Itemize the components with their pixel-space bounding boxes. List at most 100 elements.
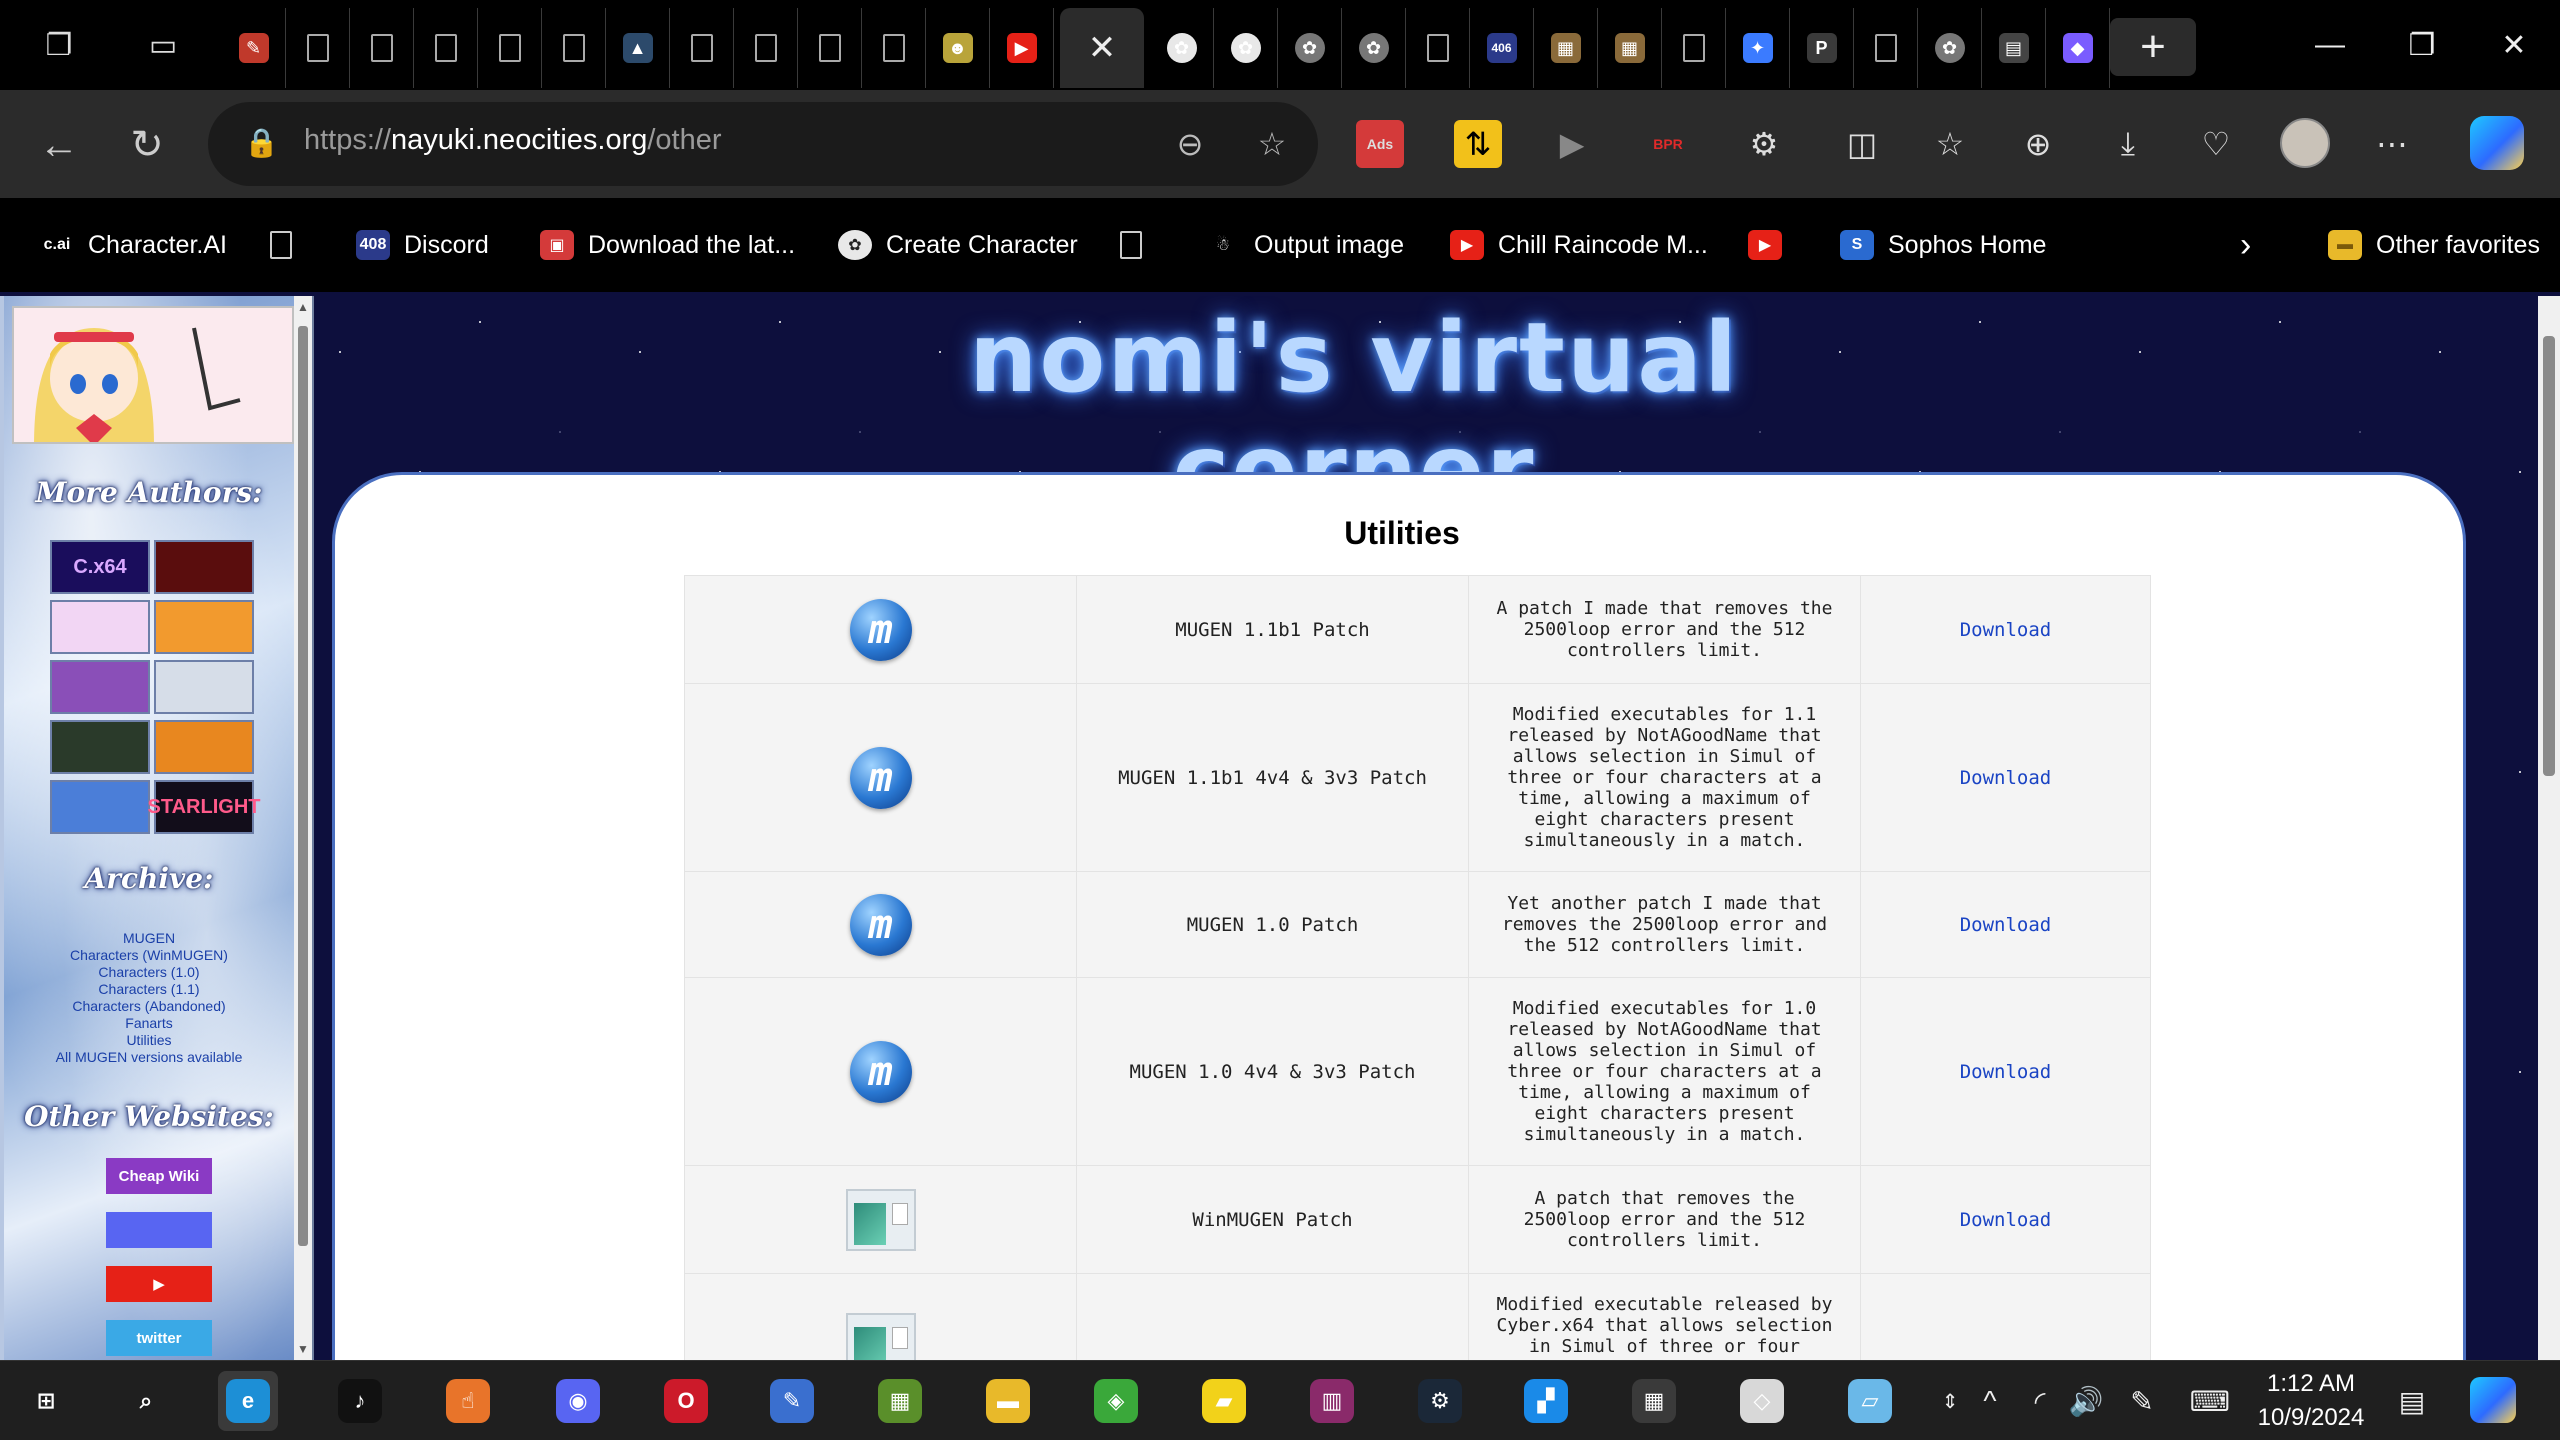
favorite-item[interactable]: ✿ Create Character xyxy=(838,224,1078,266)
author-button[interactable] xyxy=(154,720,254,774)
browser-tab[interactable] xyxy=(286,8,350,88)
edge-icon[interactable]: e xyxy=(218,1371,278,1431)
download-link[interactable]: Download xyxy=(1860,871,2151,978)
favorite-item[interactable]: ▣ Download the lat... xyxy=(540,224,795,266)
bluestacks-icon[interactable]: ◈ xyxy=(1086,1371,1146,1431)
youtube-icon[interactable]: ▶ xyxy=(106,1266,212,1302)
download-link[interactable]: Download xyxy=(1860,683,2151,872)
browser-tab[interactable] xyxy=(1406,8,1470,88)
browser-tab[interactable] xyxy=(350,8,414,88)
browser-tab[interactable] xyxy=(862,8,926,88)
browser-tab[interactable]: ✿ xyxy=(1278,8,1342,88)
zoom-out-icon[interactable]: ⊖ xyxy=(1170,124,1210,164)
split-screen-icon[interactable]: ◫ xyxy=(1838,120,1886,168)
archive-link[interactable]: Fanarts xyxy=(4,1015,294,1032)
favorites-list-icon[interactable]: ☆ xyxy=(1926,120,1974,168)
cheap-wiki-icon[interactable]: Cheap Wiki xyxy=(106,1158,212,1194)
browser-tab[interactable] xyxy=(1662,8,1726,88)
opera-icon[interactable]: O xyxy=(656,1371,716,1431)
twitter-icon[interactable]: twitter xyxy=(106,1320,212,1356)
new-tab-button[interactable]: + xyxy=(2110,18,2196,76)
favorite-star-icon[interactable]: ☆ xyxy=(1252,124,1292,164)
workspaces-icon[interactable]: ❐ xyxy=(36,22,82,68)
download-link[interactable]: Download xyxy=(1860,575,2151,684)
copilot-taskbar-icon[interactable] xyxy=(2470,1377,2516,1423)
notifications-icon[interactable]: ▤ xyxy=(2392,1381,2432,1421)
browser-tab[interactable]: ▲ xyxy=(606,8,670,88)
favorite-item[interactable]: ▶ xyxy=(1748,224,1796,266)
archive-link[interactable]: Characters (1.1) xyxy=(4,981,294,998)
archive-link[interactable]: All MUGEN versions available xyxy=(4,1049,294,1066)
clock[interactable]: 1:12 AM 10/9/2024 xyxy=(2236,1367,2386,1435)
author-button[interactable] xyxy=(154,660,254,714)
lock-icon[interactable]: 🔒 xyxy=(244,126,280,162)
author-button[interactable] xyxy=(50,600,150,654)
browser-tab[interactable]: ▦ xyxy=(1534,8,1598,88)
favorites-overflow-chevron-icon[interactable]: › xyxy=(2240,224,2251,266)
close-window-button[interactable]: ✕ xyxy=(2484,20,2544,70)
microsoft-store-icon[interactable]: ▦ xyxy=(1624,1371,1684,1431)
download-link[interactable]: Download xyxy=(1860,1165,2151,1274)
favorite-item[interactable] xyxy=(1120,224,1156,266)
collections-icon[interactable]: ⊕ xyxy=(2014,120,2062,168)
browser-tab[interactable]: ✿ xyxy=(1342,8,1406,88)
favorite-item[interactable]: ☃ Output image xyxy=(1206,224,1404,266)
close-icon[interactable]: ✕ xyxy=(1087,29,1117,67)
adblock-extension-icon[interactable]: Ads xyxy=(1356,120,1404,168)
play-extension-icon[interactable]: ▶ xyxy=(1548,120,1596,168)
search-icon[interactable]: ⌕ xyxy=(116,1371,176,1431)
author-button[interactable] xyxy=(50,780,150,834)
browser-tab[interactable]: ◆ xyxy=(2046,8,2110,88)
favorite-item[interactable]: 408 Discord xyxy=(356,224,489,266)
restore-button[interactable]: ❐ xyxy=(2392,20,2452,70)
volume-icon[interactable]: 🔊 xyxy=(2066,1381,2106,1421)
favorite-item[interactable]: c.ai Character.AI xyxy=(40,224,227,266)
address-bar[interactable]: 🔒 https://nayuki.neocities.org/other ⊖ ☆ xyxy=(208,102,1318,186)
notes-app-icon[interactable]: ▱ xyxy=(1840,1371,1900,1431)
blue-app-icon[interactable]: ▞ xyxy=(1516,1371,1576,1431)
archive-link[interactable]: Characters (WinMUGEN) xyxy=(4,947,294,964)
browser-tab[interactable] xyxy=(734,8,798,88)
touch-app-icon[interactable]: ☝ xyxy=(438,1371,498,1431)
archive-link[interactable]: MUGEN xyxy=(4,930,294,947)
sidebar-scroll-thumb[interactable] xyxy=(298,326,308,1246)
network-icon[interactable]: ◜ xyxy=(2020,1381,2060,1421)
browser-tab[interactable] xyxy=(478,8,542,88)
browser-tab[interactable]: ▦ xyxy=(1598,8,1662,88)
browser-tab[interactable]: ☻ xyxy=(926,8,990,88)
show-hidden-icons-chevron-icon[interactable]: ^ xyxy=(1970,1381,2010,1421)
url-text[interactable]: https://nayuki.neocities.org/other xyxy=(304,124,722,157)
paint-icon[interactable]: ✎ xyxy=(762,1371,822,1431)
profile-avatar[interactable] xyxy=(2280,118,2330,168)
scroll-up-arrow-icon[interactable]: ▲ xyxy=(294,298,312,316)
browser-tab[interactable] xyxy=(414,8,478,88)
author-button[interactable] xyxy=(154,540,254,594)
download-link[interactable] xyxy=(1860,1273,2151,1360)
favorite-item[interactable] xyxy=(270,224,306,266)
sticky-notes-icon[interactable]: ▰ xyxy=(1194,1371,1254,1431)
browser-tab[interactable]: ✕ xyxy=(1060,8,1144,88)
steam-icon[interactable]: ⚙ xyxy=(1410,1371,1470,1431)
author-button[interactable]: STARLIGHT xyxy=(148,780,260,834)
author-button[interactable] xyxy=(50,720,150,774)
favorite-item[interactable]: S Sophos Home xyxy=(1840,224,2046,266)
tiktok-icon[interactable]: ♪ xyxy=(330,1371,390,1431)
arrows-extension-icon[interactable]: ⇅ xyxy=(1454,120,1502,168)
scroll-down-arrow-icon[interactable]: ▼ xyxy=(294,1340,312,1358)
minimize-button[interactable]: — xyxy=(2300,20,2360,70)
copilot-icon[interactable] xyxy=(2470,116,2524,170)
archive-link[interactable]: Utilities xyxy=(4,1032,294,1049)
favorite-item[interactable]: ▶ Chill Raincode M... xyxy=(1450,224,1708,266)
download-link[interactable]: Download xyxy=(1860,977,2151,1166)
sidebar-scrollbar[interactable]: ▲ ▼ xyxy=(294,296,312,1360)
pen-icon[interactable]: ✎ xyxy=(2122,1381,2162,1421)
minecraft-icon[interactable]: ▦ xyxy=(870,1371,930,1431)
browser-tab[interactable]: ✎ xyxy=(222,8,286,88)
back-button[interactable]: ← xyxy=(32,118,86,172)
file-explorer-icon[interactable]: ▬ xyxy=(978,1371,1038,1431)
browser-tab[interactable]: ✦ xyxy=(1726,8,1790,88)
extensions-icon[interactable]: ⚙ xyxy=(1740,120,1788,168)
browser-tab[interactable]: ✿ xyxy=(1150,8,1214,88)
discord-icon[interactable] xyxy=(106,1212,212,1248)
keyboard-icon[interactable]: ⌨ xyxy=(2184,1381,2236,1421)
